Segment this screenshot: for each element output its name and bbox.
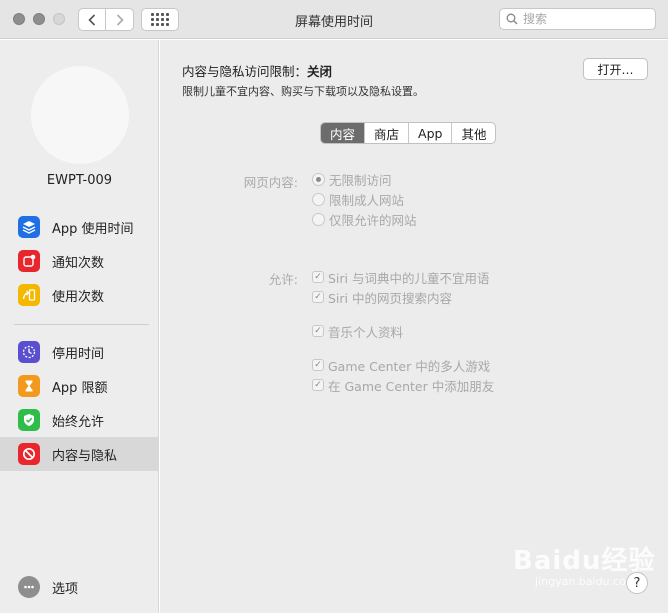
pickup-icon [18, 284, 40, 306]
radio-unrestricted[interactable]: 无限制访问 [312, 170, 392, 188]
sidebar-item-pickups[interactable]: 使用次数 [0, 278, 159, 312]
tab-store[interactable]: 商店 [364, 123, 408, 143]
sidebar-item-label: 内容与隐私 [52, 448, 118, 464]
more-options-icon [18, 576, 40, 598]
downtime-icon [18, 341, 40, 363]
sidebar-item-label: 使用次数 [52, 289, 105, 305]
hourglass-icon [18, 375, 40, 397]
sidebar-item-downtime[interactable]: 停用时间 [0, 335, 159, 369]
sidebar-item-content-privacy[interactable]: 内容与隐私 [0, 437, 159, 471]
checkbox-multiplayer[interactable]: ✓ Game Center 中的多人游戏 [312, 356, 490, 374]
main-panel: 内容与隐私访问限制：关闭 限制儿童不宜内容、购买与下载项以及隐私设置。 打开… … [160, 40, 668, 613]
radio-label: 仅限允许的网站 [329, 212, 417, 228]
checkbox-siri-explicit[interactable]: ✓ Siri 与词典中的儿童不宜用语 [312, 268, 490, 286]
checkbox[interactable]: ✓ [312, 325, 324, 337]
help-button[interactable]: ? [626, 572, 648, 594]
sidebar-options-button[interactable]: 选项 [0, 570, 159, 604]
sidebar-divider [14, 324, 149, 325]
checkbox-label: 音乐个人资料 [328, 324, 404, 340]
sidebar-item-label: App 使用时间 [52, 221, 134, 237]
title-bar: 屏幕使用时间 [0, 0, 668, 39]
search-icon [506, 13, 518, 25]
sidebar-item-notifications[interactable]: 通知次数 [0, 244, 159, 278]
watermark-url: jingyan.baidu.com [535, 575, 637, 588]
no-entry-icon [18, 443, 40, 465]
checkbox-label: Siri 与词典中的儿童不宜用语 [328, 270, 490, 286]
tab-other[interactable]: 其他 [451, 123, 495, 143]
username: EWPT-009 [46, 173, 113, 188]
sidebar-item-label: 始终允许 [52, 414, 105, 430]
notification-icon [18, 250, 40, 272]
checkbox[interactable]: ✓ [312, 359, 324, 371]
restriction-status: 内容与隐私访问限制：关闭 [182, 61, 332, 80]
search-field[interactable] [499, 8, 656, 30]
checkmark-shield-icon [18, 409, 40, 431]
sidebar: EWPT-009 App 使用时间 通知次数 使用次数 停用时间 App 限额 [0, 40, 159, 613]
avatar[interactable] [31, 66, 129, 164]
radio-button[interactable] [312, 192, 325, 206]
sidebar-item-label: 停用时间 [52, 346, 105, 362]
sidebar-item-label: 通知次数 [52, 255, 105, 271]
restriction-label: 内容与隐私访问限制： [182, 64, 308, 79]
options-label: 选项 [52, 581, 79, 597]
open-restrictions-button[interactable]: 打开… [583, 58, 648, 80]
radio-label: 限制成人网站 [329, 192, 405, 208]
checkbox-add-friends[interactable]: ✓ 在 Game Center 中添加朋友 [312, 376, 494, 394]
layers-icon [18, 216, 40, 238]
checkbox-label: Siri 中的网页搜索内容 [328, 290, 452, 306]
restriction-description: 限制儿童不宜内容、购买与下载项以及隐私设置。 [182, 85, 424, 98]
tab-apps[interactable]: App [408, 123, 451, 143]
content-tabs: 内容 商店 App 其他 [320, 122, 497, 144]
checkbox-music-profiles[interactable]: ✓ 音乐个人资料 [312, 322, 403, 340]
radio-label: 无限制访问 [329, 172, 392, 188]
radio-button[interactable] [312, 172, 325, 186]
checkbox-label: Game Center 中的多人游戏 [328, 358, 491, 374]
sidebar-item-app-limits[interactable]: App 限额 [0, 369, 159, 403]
checkbox-siri-web-search[interactable]: ✓ Siri 中的网页搜索内容 [312, 288, 452, 306]
checkbox[interactable]: ✓ [312, 291, 324, 303]
checkbox[interactable]: ✓ [312, 271, 324, 283]
radio-limit-adult[interactable]: 限制成人网站 [312, 190, 404, 208]
allow-label: 允许: [268, 272, 298, 287]
radio-allowed-only[interactable]: 仅限允许的网站 [312, 210, 417, 228]
radio-button[interactable] [312, 212, 325, 226]
sidebar-item-label: App 限额 [52, 380, 108, 396]
sidebar-item-always-allowed[interactable]: 始终允许 [0, 403, 159, 437]
checkbox[interactable]: ✓ [312, 379, 324, 391]
search-input[interactable] [523, 12, 643, 26]
checkbox-label: 在 Game Center 中添加朋友 [328, 378, 495, 394]
tab-content[interactable]: 内容 [321, 123, 365, 143]
restriction-state: 关闭 [307, 64, 333, 79]
web-content-label: 网页内容: [243, 175, 298, 190]
sidebar-item-app-usage[interactable]: App 使用时间 [0, 210, 159, 244]
